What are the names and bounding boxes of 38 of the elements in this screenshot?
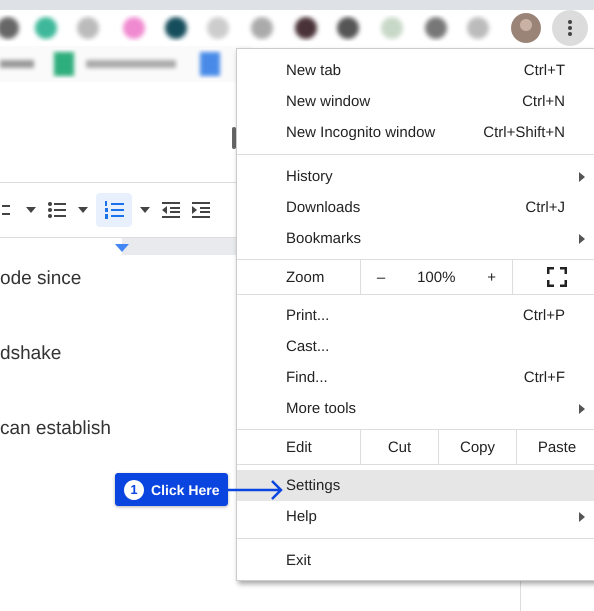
- callout-label: Click Here: [151, 482, 220, 498]
- zoom-level: 100%: [416, 268, 456, 286]
- avatar-icon[interactable]: [511, 13, 541, 43]
- menu-item[interactable]: New Incognito window Ctrl+Shift+N: [237, 117, 594, 148]
- fullscreen-icon: [547, 267, 567, 287]
- menu-item[interactable]: New tab Ctrl+T: [237, 55, 594, 86]
- menu-item[interactable]: Bookmarks: [237, 223, 594, 254]
- menu-item[interactable]: Exit: [237, 545, 594, 576]
- edit-button[interactable]: Paste: [517, 430, 594, 464]
- align-icon: [2, 205, 10, 215]
- step-number: 1: [124, 480, 144, 500]
- menu-item[interactable]: Print... Ctrl+P: [237, 300, 594, 331]
- zoom-in-button[interactable]: +: [481, 268, 502, 286]
- numbered-list-icon: [104, 201, 124, 219]
- document-text: can establish: [0, 418, 111, 440]
- document-text: dshake: [0, 343, 62, 365]
- edit-button[interactable]: Cut: [361, 430, 439, 464]
- menu-item[interactable]: Settings: [237, 470, 594, 501]
- menu-item[interactable]: History: [237, 161, 594, 192]
- bulleted-list-icon: [48, 202, 66, 218]
- more-icon: [568, 20, 572, 36]
- document-text: ode since: [0, 268, 82, 290]
- menu-item[interactable]: New window Ctrl+N: [237, 86, 594, 117]
- menu-item[interactable]: More tools: [237, 393, 594, 424]
- decrease-indent-icon: [162, 202, 180, 218]
- menu-button[interactable]: [552, 10, 588, 46]
- indent-marker-icon[interactable]: [115, 244, 129, 252]
- zoom-out-button[interactable]: –: [370, 268, 392, 286]
- menu-item[interactable]: Cast...: [237, 331, 594, 362]
- edit-label: Edit: [237, 430, 361, 464]
- edit-button[interactable]: Copy: [439, 430, 517, 464]
- numbered-list-button[interactable]: [96, 193, 132, 227]
- zoom-label: Zoom: [237, 260, 361, 294]
- scrollbar-thumb[interactable]: [232, 127, 236, 149]
- menu-item[interactable]: Downloads Ctrl+J: [237, 192, 594, 223]
- menu-item[interactable]: Find... Ctrl+F: [237, 362, 594, 393]
- increase-indent-icon: [192, 202, 210, 218]
- menu-item[interactable]: Help: [237, 501, 594, 532]
